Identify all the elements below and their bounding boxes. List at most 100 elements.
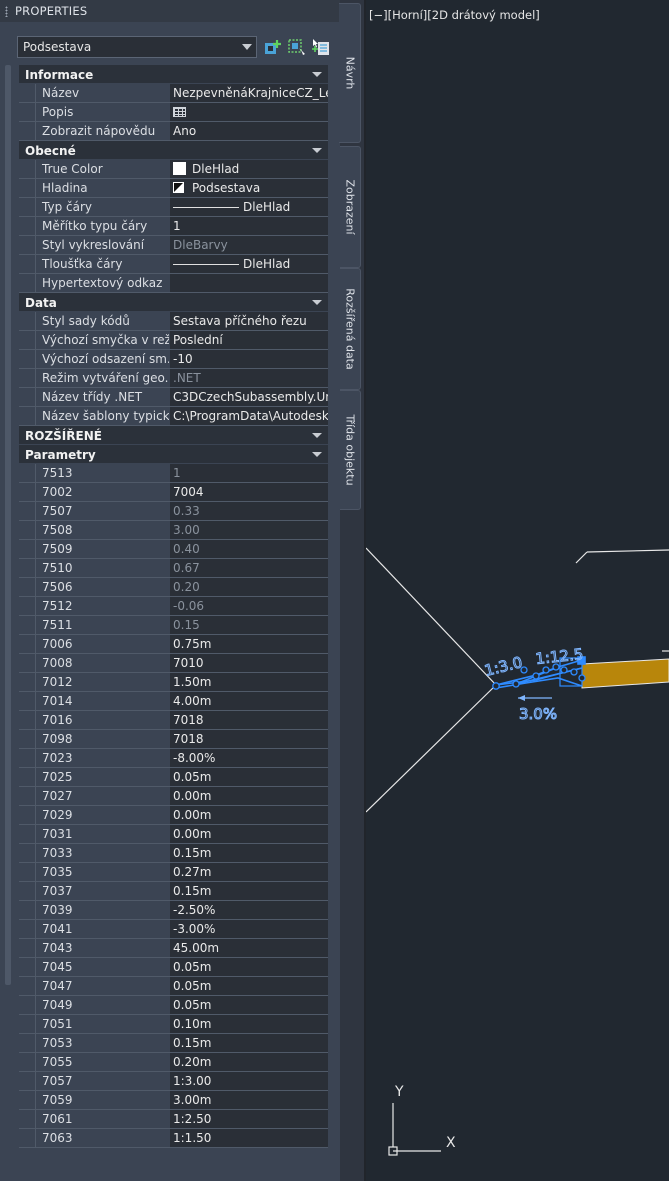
property-value[interactable]: 0.05m xyxy=(170,768,328,786)
property-value[interactable]: 0.15 xyxy=(170,616,328,634)
property-value[interactable]: DleHlad xyxy=(170,255,328,273)
tab-navrh[interactable]: Návrh xyxy=(339,3,361,143)
property-row[interactable]: 7014 4.00m xyxy=(19,692,328,711)
property-row[interactable]: 7006 0.75m xyxy=(19,635,328,654)
property-value[interactable]: 7018 xyxy=(170,711,328,729)
property-row[interactable]: 7041 -3.00% xyxy=(19,920,328,939)
property-value[interactable]: 1:2.50 xyxy=(170,1110,328,1128)
select-objects-icon[interactable] xyxy=(287,37,307,57)
property-value[interactable]: 0.10m xyxy=(170,1015,328,1033)
property-value[interactable]: 0.33 xyxy=(170,502,328,520)
property-row[interactable]: 7045 0.05m xyxy=(19,958,328,977)
collapse-chevron-icon[interactable] xyxy=(312,300,322,305)
category-header[interactable]: Informace xyxy=(19,65,328,84)
property-value[interactable]: -0.06 xyxy=(170,597,328,615)
collapse-chevron-icon[interactable] xyxy=(312,452,322,457)
property-value[interactable]: C:\ProgramData\Autodesk... xyxy=(170,407,328,425)
property-value[interactable]: C3DCzechSubassembly.Un... xyxy=(170,388,328,406)
property-row[interactable]: 7057 1:3.00 xyxy=(19,1072,328,1091)
property-row[interactable]: 7512 -0.06 xyxy=(19,597,328,616)
property-value[interactable]: 0.20m xyxy=(170,1053,328,1071)
property-value[interactable]: 0.75m xyxy=(170,635,328,653)
property-row[interactable]: 7508 3.00 xyxy=(19,521,328,540)
property-value[interactable]: DleHlad xyxy=(170,198,328,216)
property-row[interactable]: 7031 0.00m xyxy=(19,825,328,844)
property-value[interactable]: Sestava příčného řezu xyxy=(170,312,328,330)
property-value[interactable]: DleBarvy xyxy=(170,236,328,254)
property-value[interactable]: Ano xyxy=(170,122,328,140)
property-row[interactable]: 7008 7010 xyxy=(19,654,328,673)
drawing-line[interactable] xyxy=(586,549,669,553)
property-row[interactable]: 7506 0.20 xyxy=(19,578,328,597)
property-row[interactable]: 7016 7018 xyxy=(19,711,328,730)
property-value[interactable]: 0.05m xyxy=(170,977,328,995)
property-value[interactable]: Poslední xyxy=(170,331,328,349)
property-row[interactable]: 7029 0.00m xyxy=(19,806,328,825)
property-row[interactable]: 7025 0.05m xyxy=(19,768,328,787)
property-value[interactable]: Podsestava xyxy=(170,179,328,197)
property-row[interactable]: 7507 0.33 xyxy=(19,502,328,521)
property-value[interactable]: 0.05m xyxy=(170,996,328,1014)
property-value[interactable]: 1 xyxy=(170,217,328,235)
property-value[interactable]: NezpevněnáKrajniceCZ_Levy xyxy=(170,84,328,102)
property-row[interactable]: Typ čáry DleHlad xyxy=(19,198,328,217)
tab-zobrazeni[interactable]: Zobrazení xyxy=(340,146,361,268)
property-row[interactable]: Režim vytváření geo... .NET xyxy=(19,369,328,388)
property-value[interactable]: 1 xyxy=(170,464,328,482)
grip-icon[interactable] xyxy=(5,6,8,17)
property-row[interactable]: Výchozí smyčka v rež... Poslední xyxy=(19,331,328,350)
property-value[interactable]: -10 xyxy=(170,350,328,368)
property-row[interactable]: 7037 0.15m xyxy=(19,882,328,901)
property-value[interactable]: -3.00% xyxy=(170,920,328,938)
palette-titlebar[interactable]: PROPERTIES xyxy=(0,0,340,22)
property-row[interactable]: 7033 0.15m xyxy=(19,844,328,863)
property-row[interactable]: Styl vykreslování DleBarvy xyxy=(19,236,328,255)
toggle-pickadd-icon[interactable] xyxy=(311,37,331,57)
property-value[interactable]: 0.15m xyxy=(170,882,328,900)
drawing-line[interactable] xyxy=(366,547,497,686)
property-value[interactable]: 0.00m xyxy=(170,806,328,824)
property-row[interactable]: 7027 0.00m xyxy=(19,787,328,806)
drawing-line[interactable] xyxy=(366,684,497,813)
property-row[interactable]: 7055 0.20m xyxy=(19,1053,328,1072)
collapse-chevron-icon[interactable] xyxy=(312,433,322,438)
property-value[interactable]: 0.05m xyxy=(170,958,328,976)
chevron-down-icon[interactable] xyxy=(242,44,252,50)
property-value[interactable]: 0.40 xyxy=(170,540,328,558)
property-value[interactable]: 3.00 xyxy=(170,521,328,539)
property-value[interactable]: 7004 xyxy=(170,483,328,501)
property-value[interactable]: 1.50m xyxy=(170,673,328,691)
category-header[interactable]: ROZŠÍŘENÉ xyxy=(19,426,328,445)
property-row[interactable]: 7513 1 xyxy=(19,464,328,483)
property-value[interactable]: .NET xyxy=(170,369,328,387)
property-value[interactable]: 7010 xyxy=(170,654,328,672)
category-header[interactable]: Data xyxy=(19,293,328,312)
property-row[interactable]: 7061 1:2.50 xyxy=(19,1110,328,1129)
drawing-canvas[interactable]: 1:3.0 1:12.5 3.0% Y X xyxy=(366,0,669,1181)
property-value[interactable]: 0.20 xyxy=(170,578,328,596)
property-value[interactable]: 1:3.00 xyxy=(170,1072,328,1090)
property-value[interactable]: 3.00m xyxy=(170,1091,328,1109)
property-value[interactable]: 0.15m xyxy=(170,844,328,862)
property-row[interactable]: 7012 1.50m xyxy=(19,673,328,692)
property-row[interactable]: Popis xyxy=(19,103,328,122)
property-value[interactable]: 0.15m xyxy=(170,1034,328,1052)
property-row[interactable]: Název NezpevněnáKrajniceCZ_Levy xyxy=(19,84,328,103)
property-row[interactable]: Zobrazit nápovědu Ano xyxy=(19,122,328,141)
property-row[interactable]: 7002 7004 xyxy=(19,483,328,502)
property-row[interactable]: 7509 0.40 xyxy=(19,540,328,559)
drawing-line[interactable] xyxy=(575,551,588,564)
property-value[interactable]: 0.67 xyxy=(170,559,328,577)
tab-rozsirena-data[interactable]: Rozšířená data xyxy=(340,268,361,390)
property-value[interactable]: 1:1.50 xyxy=(170,1129,328,1147)
property-row[interactable]: Styl sady kódů Sestava příčného řezu xyxy=(19,312,328,331)
category-header[interactable]: Obecné xyxy=(19,141,328,160)
property-row[interactable]: 7049 0.05m xyxy=(19,996,328,1015)
property-row[interactable]: 7051 0.10m xyxy=(19,1015,328,1034)
object-type-dropdown[interactable]: Podsestava xyxy=(17,36,257,58)
tab-trida-objektu[interactable]: Třída objektu xyxy=(340,390,361,510)
property-row[interactable]: Tloušťka čáry DleHlad xyxy=(19,255,328,274)
property-row[interactable]: 7510 0.67 xyxy=(19,559,328,578)
category-header[interactable]: Parametry xyxy=(19,445,328,464)
property-value[interactable]: -2.50% xyxy=(170,901,328,919)
